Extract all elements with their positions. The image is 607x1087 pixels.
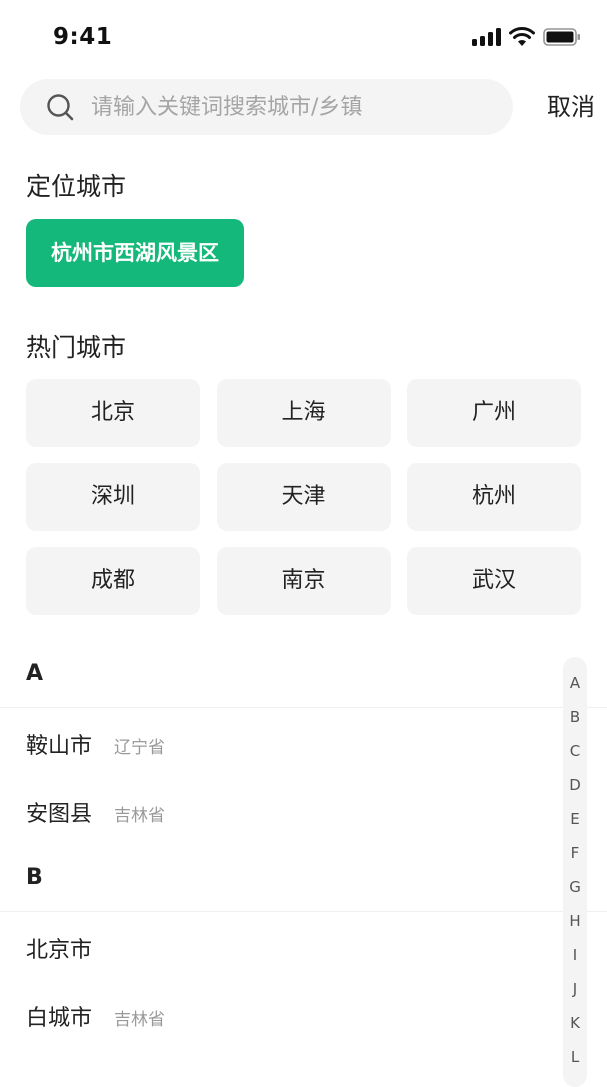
- search-row: 取消: [20, 79, 595, 135]
- index-letter-k[interactable]: K: [563, 1014, 587, 1032]
- index-letter-b[interactable]: B: [563, 708, 587, 726]
- city-name: 白城市: [26, 1006, 93, 1031]
- search-box[interactable]: [20, 79, 513, 135]
- hot-cities-grid: 北京 上海 广州 深圳 天津 杭州 成都 南京 武汉: [26, 379, 581, 615]
- wifi-icon: [509, 27, 535, 46]
- hot-cities-title: 热门城市: [26, 333, 127, 362]
- hot-city-chip[interactable]: 南京: [216, 547, 391, 615]
- status-bar: 9:41: [0, 0, 607, 76]
- located-city-title: 定位城市: [26, 172, 127, 201]
- city-province: 吉林省: [114, 1010, 165, 1030]
- group-letter: B: [26, 865, 43, 890]
- index-letter-c[interactable]: C: [563, 742, 587, 760]
- city-province: 辽宁省: [114, 738, 165, 758]
- city-name: 北京市: [26, 938, 93, 963]
- group-letter: A: [26, 661, 44, 686]
- index-letter-i[interactable]: I: [563, 946, 587, 964]
- search-icon: [47, 94, 74, 121]
- index-letter-l[interactable]: L: [563, 1048, 587, 1066]
- list-item[interactable]: 白城市 吉林省: [0, 980, 607, 1048]
- battery-icon: [543, 28, 580, 46]
- alphabet-index[interactable]: A B C D E F G H I J K L: [563, 657, 587, 1087]
- search-input[interactable]: [91, 79, 491, 135]
- hot-city-chip[interactable]: 成都: [26, 547, 200, 615]
- hot-city-chip[interactable]: 北京: [26, 379, 200, 447]
- hot-city-chip[interactable]: 杭州: [407, 463, 581, 531]
- city-province: 吉林省: [114, 806, 165, 826]
- index-letter-j[interactable]: J: [563, 980, 587, 998]
- signal-icon: [472, 28, 501, 46]
- cancel-button[interactable]: 取消: [547, 79, 595, 135]
- index-letter-d[interactable]: D: [563, 776, 587, 794]
- index-letter-f[interactable]: F: [563, 844, 587, 862]
- index-letter-e[interactable]: E: [563, 810, 587, 828]
- hot-city-chip[interactable]: 深圳: [26, 463, 200, 531]
- index-letter-a[interactable]: A: [563, 674, 587, 692]
- list-item[interactable]: 北京市: [0, 912, 607, 980]
- hot-city-chip[interactable]: 武汉: [407, 547, 581, 615]
- hot-city-chip[interactable]: 广州: [407, 379, 581, 447]
- list-item[interactable]: 鞍山市 辽宁省: [0, 708, 607, 776]
- group-header: A: [0, 640, 607, 708]
- hot-city-chip[interactable]: 天津: [216, 463, 391, 531]
- group-header: B: [0, 844, 607, 912]
- city-name: 安图县: [26, 802, 93, 827]
- index-letter-h[interactable]: H: [563, 912, 587, 930]
- status-time: 9:41: [53, 24, 113, 50]
- index-letter-g[interactable]: G: [563, 878, 587, 896]
- city-name: 鞍山市: [26, 734, 93, 759]
- city-list: A 鞍山市 辽宁省 安图县 吉林省 B 北京市 白城市 吉林省: [0, 640, 607, 1048]
- list-item[interactable]: 安图县 吉林省: [0, 776, 607, 844]
- hot-city-chip[interactable]: 上海: [216, 379, 391, 447]
- located-city-chip[interactable]: 杭州市西湖风景区: [26, 219, 244, 287]
- status-icons: [472, 27, 581, 47]
